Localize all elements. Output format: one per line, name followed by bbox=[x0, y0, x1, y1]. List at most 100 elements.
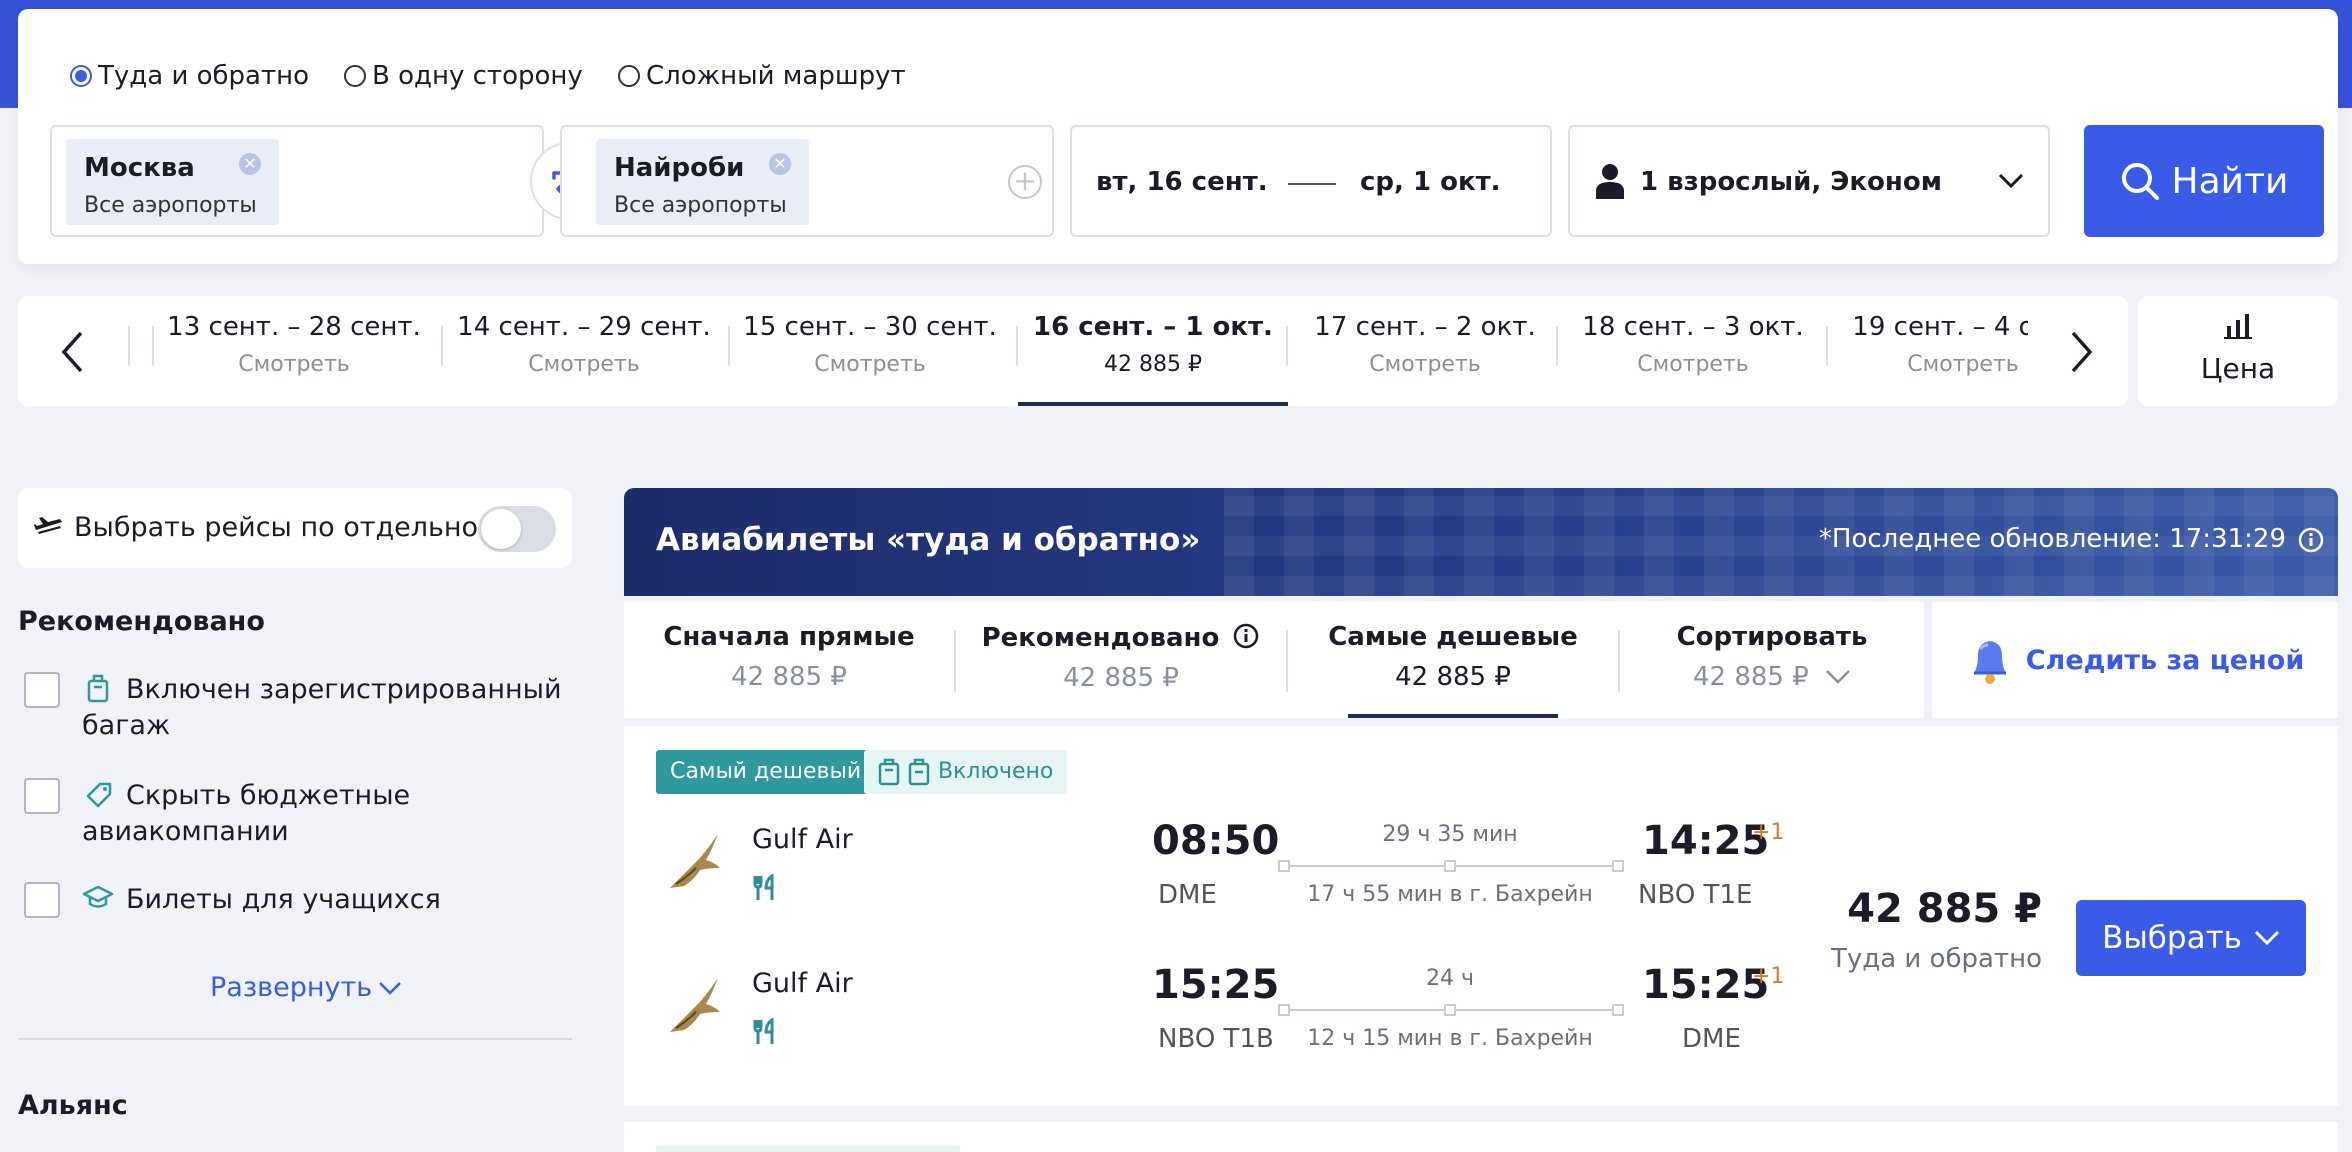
date-dash bbox=[1288, 183, 1336, 185]
destination-airports: Все аэропорты bbox=[614, 193, 787, 218]
date-range: 15 сент. – 30 сент. bbox=[743, 312, 997, 342]
expand-link[interactable]: Развернуть bbox=[210, 972, 402, 1003]
separate-flights-label: Выбрать рейсы по отдельности bbox=[74, 512, 527, 543]
tag-icon bbox=[86, 782, 112, 808]
chevron-right-icon[interactable] bbox=[2070, 330, 2094, 374]
sort-title: Сначала прямые bbox=[663, 622, 915, 652]
arrival-airport: NBO T1E bbox=[1638, 880, 1753, 910]
baggage-included-badge: Включено bbox=[864, 750, 1068, 794]
divider bbox=[128, 326, 130, 366]
next-day-marker: +1 bbox=[1752, 964, 1785, 989]
chevron-down-icon bbox=[1826, 670, 1850, 684]
date-option[interactable]: 13 сент. – 28 сент. Смотреть bbox=[154, 296, 434, 406]
date-sub: Смотреть bbox=[1369, 352, 1481, 377]
date-option[interactable]: 19 сент. – 4 окт. Смотреть bbox=[1828, 296, 2028, 406]
clear-destination-icon[interactable]: ✕ bbox=[769, 153, 791, 175]
date-price: 42 885 ₽ bbox=[1104, 352, 1202, 377]
date-sub: Смотреть bbox=[238, 352, 350, 377]
destination-field[interactable]: Найроби Все аэропорты ✕ + bbox=[560, 125, 1054, 237]
route-dot bbox=[1612, 1004, 1624, 1016]
date-range: 13 сент. – 28 сент. bbox=[167, 312, 421, 342]
date-range: 16 сент. – 1 окт. bbox=[1033, 312, 1273, 342]
search-icon bbox=[2121, 163, 2159, 200]
date-sub: Смотреть bbox=[814, 352, 926, 377]
add-destination-icon[interactable]: + bbox=[1008, 165, 1042, 199]
luggage-icon bbox=[908, 758, 930, 786]
arrival-time: 14:25 bbox=[1642, 818, 1770, 864]
destination-chip: Найроби Все аэропорты ✕ bbox=[596, 139, 809, 225]
chevron-down-icon bbox=[1998, 173, 2024, 189]
sort-direct-tab[interactable]: Сначала прямые 42 885 ₽ bbox=[624, 602, 954, 718]
baggage-label-cont: багаж bbox=[82, 710, 171, 741]
cheapest-badge: Самый дешевый bbox=[656, 750, 876, 794]
sort-title: Рекомендовано bbox=[956, 622, 1286, 653]
info-icon[interactable] bbox=[2298, 527, 2324, 553]
price-alert-label: Следить за ценой bbox=[2025, 644, 2305, 676]
sort-price: 42 885 ₽ bbox=[1063, 663, 1179, 693]
gulf-air-logo bbox=[670, 834, 720, 888]
separate-flights-toggle[interactable] bbox=[478, 506, 556, 552]
date-option[interactable]: 14 сент. – 29 сент. Смотреть bbox=[444, 296, 724, 406]
students-label: Билеты для учащихся bbox=[126, 884, 441, 915]
luggage-icon bbox=[87, 674, 109, 703]
search-button[interactable]: Найти bbox=[2084, 125, 2324, 237]
date-option[interactable]: 17 сент. – 2 окт. Смотреть bbox=[1290, 296, 1560, 406]
clear-origin-icon[interactable]: ✕ bbox=[239, 153, 261, 175]
baggage-label: Включен зарегистрированный bbox=[126, 674, 562, 705]
results-title: Авиабилеты «туда и обратно» bbox=[656, 522, 1201, 558]
trip-oneway-label: В одну сторону bbox=[372, 61, 583, 91]
chevron-left-icon[interactable] bbox=[60, 330, 84, 374]
divider bbox=[441, 326, 443, 366]
sort-dropdown[interactable]: Сортировать 42 885 ₽ bbox=[1620, 602, 1924, 718]
budget-airlines-label-cont: авиакомпании bbox=[82, 816, 289, 847]
search-panel: Туда и обратно В одну сторону Сложный ма… bbox=[18, 9, 2338, 264]
date-option-selected[interactable]: 16 сент. – 1 окт. 42 885 ₽ bbox=[1018, 296, 1288, 406]
date-option[interactable]: 15 сент. – 30 сент. Смотреть bbox=[730, 296, 1010, 406]
chevron-down-icon bbox=[379, 981, 402, 995]
passengers-field[interactable]: 1 взрослый, Эконом bbox=[1568, 125, 2050, 237]
radio-selected-icon bbox=[70, 65, 92, 87]
next-day-marker: +1 bbox=[1752, 820, 1785, 845]
next-ticket-badge bbox=[656, 1146, 960, 1152]
baggage-checkbox[interactable] bbox=[24, 672, 60, 708]
departure-time: 08:50 bbox=[1152, 818, 1280, 864]
price-alert-button[interactable]: Следить за ценой bbox=[1932, 602, 2338, 718]
alliance-title: Альянс bbox=[18, 1090, 128, 1121]
budget-airlines-checkbox[interactable] bbox=[24, 778, 60, 814]
dates-field[interactable]: вт, 16 сент. ср, 1 окт. bbox=[1070, 125, 1552, 237]
flight-duration: 29 ч 35 мин bbox=[1382, 822, 1518, 847]
plane-icon bbox=[34, 517, 62, 534]
price-chart-button[interactable]: Цена bbox=[2138, 296, 2338, 406]
sort-bar: Сначала прямые 42 885 ₽ Рекомендовано 42… bbox=[624, 602, 1924, 718]
date-option[interactable]: 18 сент. – 3 окт. Смотреть bbox=[1558, 296, 1828, 406]
airline-name: Gulf Air bbox=[752, 824, 853, 855]
expand-label: Развернуть bbox=[210, 972, 373, 1003]
date-carousel: 13 сент. – 28 сент. Смотреть 14 сент. – … bbox=[18, 296, 2128, 406]
trip-oneway-radio[interactable]: В одну сторону bbox=[344, 61, 583, 91]
trip-roundtrip-radio[interactable]: Туда и обратно bbox=[70, 61, 309, 91]
date-sub: Смотреть bbox=[528, 352, 640, 377]
sort-recommended-tab[interactable]: Рекомендовано 42 885 ₽ bbox=[956, 602, 1286, 718]
trip-multicity-label: Сложный маршрут bbox=[646, 61, 906, 91]
results-banner: Авиабилеты «туда и обратно» *Последнее о… bbox=[624, 488, 2338, 596]
search-button-label: Найти bbox=[2171, 160, 2289, 202]
origin-airports: Все аэропорты bbox=[84, 193, 257, 218]
meal-icon bbox=[753, 1018, 774, 1044]
route-dot bbox=[1278, 860, 1290, 872]
radio-icon bbox=[618, 65, 640, 87]
departure-time: 15:25 bbox=[1152, 962, 1280, 1008]
trip-multicity-radio[interactable]: Сложный маршрут bbox=[618, 61, 906, 91]
date-range: 17 сент. – 2 окт. bbox=[1314, 312, 1536, 342]
sort-cheapest-tab[interactable]: Самые дешевые 42 885 ₽ bbox=[1288, 602, 1618, 718]
select-ticket-button[interactable]: Выбрать bbox=[2076, 900, 2306, 976]
active-underline bbox=[1348, 714, 1558, 718]
origin-field[interactable]: Москва Все аэропорты ✕ bbox=[50, 125, 544, 237]
students-checkbox[interactable] bbox=[24, 882, 60, 918]
budget-airlines-label: Скрыть бюджетные bbox=[126, 780, 411, 811]
trip-roundtrip-label: Туда и обратно bbox=[98, 61, 310, 91]
route-stop-dot bbox=[1444, 860, 1456, 872]
included-label: Включено bbox=[938, 759, 1054, 784]
passengers-value: 1 взрослый, Эконом bbox=[1640, 167, 1942, 197]
route-dot bbox=[1612, 860, 1624, 872]
sort-price: 42 885 ₽ bbox=[1620, 662, 1924, 692]
